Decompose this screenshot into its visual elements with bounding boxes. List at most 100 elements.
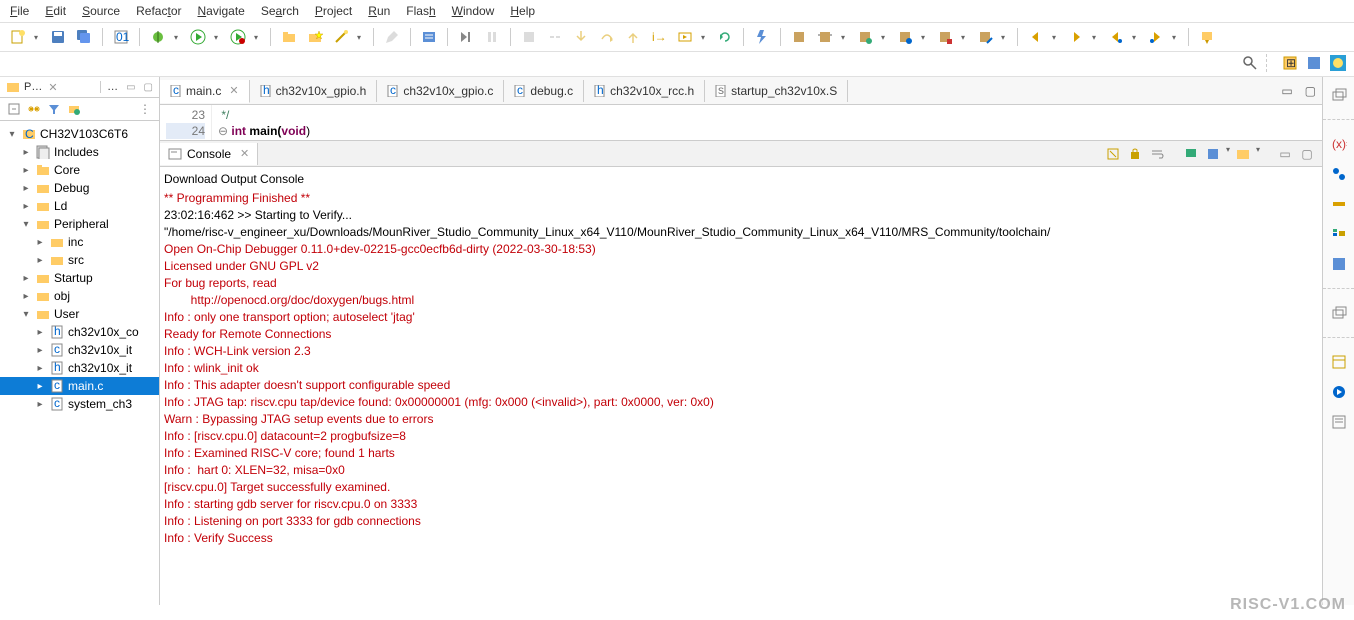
wand-icon[interactable] — [331, 27, 351, 47]
binary-icon[interactable]: 010 — [111, 27, 131, 47]
tree-user[interactable]: User — [0, 305, 159, 323]
display-selected-icon[interactable] — [1204, 145, 1222, 163]
tab-gpio-h[interactable]: hch32v10x_gpio.h — [250, 80, 378, 102]
step-return-icon[interactable] — [623, 27, 643, 47]
folder-open-icon[interactable] — [279, 27, 299, 47]
restore-icon[interactable] — [1329, 85, 1349, 105]
save-icon[interactable] — [48, 27, 68, 47]
coverage-icon[interactable] — [228, 27, 248, 47]
tree-ld[interactable]: Ld — [0, 197, 159, 215]
maximize-icon[interactable]: ▢ — [1299, 84, 1322, 98]
dropdown-icon[interactable]: ▾ — [1092, 33, 1100, 42]
dropdown-icon[interactable]: ▾ — [961, 33, 969, 42]
pe-tab-label[interactable]: P… — [24, 81, 42, 93]
tree-peripheral[interactable]: Peripheral — [0, 215, 159, 233]
dropdown-icon[interactable]: ▾ — [1001, 33, 1009, 42]
skip-icon[interactable] — [456, 27, 476, 47]
pin-icon[interactable] — [1197, 27, 1217, 47]
tree-debug[interactable]: Debug — [0, 179, 159, 197]
tree-user-it1[interactable]: cch32v10x_it — [0, 341, 159, 359]
variables-icon[interactable]: (x)= — [1329, 134, 1349, 154]
close-icon[interactable]: ✕ — [229, 84, 238, 97]
pin-console-icon[interactable] — [1182, 145, 1200, 163]
console-tab[interactable]: Console✕ — [160, 143, 258, 165]
modules-icon[interactable] — [1329, 254, 1349, 274]
tree-user-conf[interactable]: hch32v10x_co — [0, 323, 159, 341]
expressions-icon[interactable] — [1329, 194, 1349, 214]
tab-debug-c[interactable]: cdebug.c — [504, 80, 584, 102]
registers-icon[interactable] — [1329, 224, 1349, 244]
menu-flash[interactable]: Flash — [406, 4, 435, 18]
menu-edit[interactable]: Edit — [45, 4, 66, 18]
tree-user-sys[interactable]: csystem_ch3 — [0, 395, 159, 413]
perspective-cc-icon[interactable]: ⊞ — [1282, 55, 1298, 71]
menu-source[interactable]: Source — [82, 4, 120, 18]
scroll-lock-icon[interactable] — [1126, 145, 1144, 163]
folder-star-icon[interactable] — [305, 27, 325, 47]
tab-main-c[interactable]: cmain.c✕ — [160, 80, 250, 103]
code-editor[interactable]: 23 24 */ ⊖ int main(void) — [160, 105, 1322, 141]
minimize-icon[interactable]: ▭ — [1276, 145, 1294, 163]
dropdown-icon[interactable]: ▾ — [357, 33, 365, 42]
menu-run[interactable]: Run — [368, 4, 390, 18]
chip2-icon[interactable] — [815, 27, 835, 47]
open-console-icon[interactable] — [1234, 145, 1252, 163]
tree-inc[interactable]: inc — [0, 233, 159, 251]
save-all-icon[interactable] — [74, 27, 94, 47]
collapse-all-icon[interactable] — [6, 101, 22, 117]
tree-obj[interactable]: obj — [0, 287, 159, 305]
word-wrap-icon[interactable] — [1148, 145, 1166, 163]
link-editor-icon[interactable] — [26, 101, 42, 117]
menu-file[interactable]: File — [10, 4, 29, 18]
tab-gpio-c[interactable]: cch32v10x_gpio.c — [377, 80, 504, 102]
dropdown-icon[interactable]: ▾ — [254, 33, 262, 42]
disconnect-icon[interactable] — [545, 27, 565, 47]
debug-icon[interactable] — [148, 27, 168, 47]
disassembly-icon[interactable] — [1329, 382, 1349, 402]
filter-icon[interactable] — [46, 101, 62, 117]
minimize-icon[interactable]: ▭ — [1275, 84, 1298, 98]
run-icon[interactable] — [188, 27, 208, 47]
flash-icon[interactable] — [752, 27, 772, 47]
restore2-icon[interactable] — [1329, 303, 1349, 323]
tree-includes[interactable]: Includes — [0, 143, 159, 161]
maximize-icon[interactable]: ▢ — [1298, 145, 1316, 163]
menu-window[interactable]: Window — [452, 4, 495, 18]
menu-help[interactable]: Help — [510, 4, 535, 18]
menu-project[interactable]: Project — [315, 4, 352, 18]
back-icon[interactable] — [1026, 27, 1046, 47]
perspective-debug-icon[interactable] — [1306, 55, 1322, 71]
menu-refactor[interactable]: Refactor — [136, 4, 181, 18]
pe-secondary[interactable]: … — [100, 81, 118, 93]
dropdown-icon[interactable]: ▾ — [701, 33, 709, 42]
tab-startup-s[interactable]: sstartup_ch32v10x.S — [705, 80, 848, 102]
tree-user-it2[interactable]: hch32v10x_it — [0, 359, 159, 377]
nav-right-icon[interactable] — [1146, 27, 1166, 47]
dropdown-icon[interactable]: ▾ — [214, 33, 222, 42]
terminate-icon[interactable] — [519, 27, 539, 47]
dropdown-icon[interactable]: ▾ — [174, 33, 182, 42]
suspend-icon[interactable] — [482, 27, 502, 47]
dropdown-icon[interactable]: ▾ — [34, 33, 42, 42]
forward-icon[interactable] — [1066, 27, 1086, 47]
drop-frame-icon[interactable] — [675, 27, 695, 47]
dropdown-icon[interactable]: ▾ — [1172, 33, 1180, 42]
console-output[interactable]: Download Output Console ** Programming F… — [160, 167, 1322, 605]
pencil-icon[interactable] — [382, 27, 402, 47]
clear-console-icon[interactable] — [1104, 145, 1122, 163]
chip5-icon[interactable] — [935, 27, 955, 47]
tree-src[interactable]: src — [0, 251, 159, 269]
dropdown-icon[interactable]: ▾ — [841, 33, 849, 42]
focus-icon[interactable] — [66, 101, 82, 117]
menu-navigate[interactable]: Navigate — [197, 4, 244, 18]
dropdown-icon[interactable]: ▾ — [881, 33, 889, 42]
restart-icon[interactable] — [715, 27, 735, 47]
instruction-step-icon[interactable]: i→ — [649, 27, 669, 47]
last-edit-icon[interactable] — [1106, 27, 1126, 47]
memory-icon[interactable] — [1329, 352, 1349, 372]
perspective-active-icon[interactable] — [1330, 55, 1346, 71]
task-icon[interactable] — [419, 27, 439, 47]
tree-core[interactable]: Core — [0, 161, 159, 179]
step-over-icon[interactable] — [597, 27, 617, 47]
view-menu-icon[interactable]: ⋮ — [137, 101, 153, 117]
